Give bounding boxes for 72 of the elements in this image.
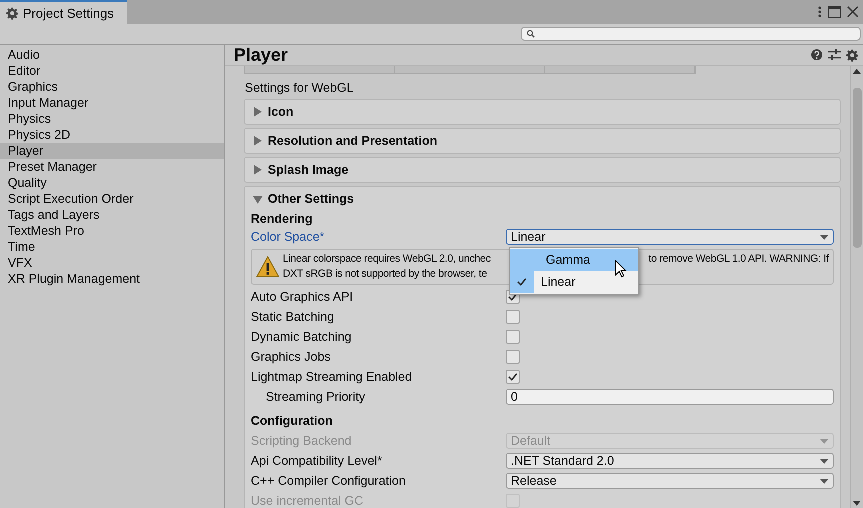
- settings-icon[interactable]: [846, 48, 859, 62]
- number-field[interactable]: 0: [506, 389, 834, 405]
- sidebar-item[interactable]: TextMesh Pro: [0, 223, 224, 239]
- checkbox[interactable]: [506, 310, 520, 324]
- caret-icon: [820, 458, 829, 464]
- scrollbar-thumb[interactable]: [852, 88, 862, 248]
- sidebar-item[interactable]: Quality: [0, 175, 224, 191]
- scroll-down-icon[interactable]: [853, 501, 861, 506]
- field-label: Auto Graphics API: [251, 290, 354, 304]
- section-heading: Configuration: [251, 413, 334, 430]
- field-label: Color Space*: [251, 230, 326, 244]
- warning-text: to remove WebGL 1.0 API. WARNING: If: [648, 252, 829, 267]
- cursor-icon: [615, 260, 627, 278]
- expand-icon[interactable]: [253, 136, 263, 146]
- sidebar-item[interactable]: Time: [0, 239, 224, 255]
- expand-icon[interactable]: [253, 165, 263, 175]
- field-label: Graphics Jobs: [251, 350, 332, 364]
- section-heading: Rendering: [251, 211, 314, 227]
- field-label: C++ Compiler Configuration: [251, 474, 407, 488]
- sidebar-item[interactable]: Player: [0, 143, 224, 159]
- warning-icon: [256, 256, 280, 278]
- close-icon[interactable]: [847, 6, 859, 18]
- sidebar-item[interactable]: Editor: [0, 63, 224, 79]
- check-icon: [508, 373, 518, 381]
- sidebar-item[interactable]: Physics: [0, 111, 224, 127]
- gear-icon: [6, 6, 19, 20]
- field-label: Lightmap Streaming Enabled: [251, 370, 414, 384]
- foldout-title[interactable]: Other Settings: [268, 192, 354, 206]
- field-label: Dynamic Batching: [251, 330, 353, 344]
- sidebar-item[interactable]: VFX: [0, 255, 224, 271]
- checkbox[interactable]: [506, 330, 520, 344]
- sidebar-item[interactable]: Graphics: [0, 79, 224, 95]
- scrollbar[interactable]: [850, 66, 863, 508]
- search-icon: [527, 30, 535, 38]
- foldout-title[interactable]: Resolution and Presentation: [268, 134, 438, 148]
- warning-text: Linear colorspace requires WebGL 2.0, unchec: [283, 252, 491, 267]
- sidebar-item[interactable]: Physics 2D: [0, 127, 224, 143]
- field-label: Streaming Priority: [265, 390, 366, 404]
- dropdown[interactable]: .NET Standard 2.0: [506, 453, 834, 469]
- collapse-icon[interactable]: [253, 194, 263, 204]
- sidebar-item[interactable]: Script Execution Order: [0, 191, 224, 207]
- search-field[interactable]: [521, 27, 861, 41]
- expand-icon[interactable]: [253, 107, 263, 117]
- field-label: Api Compatibility Level*: [251, 454, 384, 468]
- field-label: Use incremental GC: [251, 494, 365, 508]
- scroll-up-icon[interactable]: [853, 69, 861, 74]
- dropdown[interactable]: Release: [506, 473, 834, 489]
- dropdown[interactable]: Linear: [506, 229, 834, 245]
- sliders-icon[interactable]: [828, 49, 841, 61]
- foldout-title[interactable]: Splash Image: [268, 163, 349, 177]
- page-title: Player: [234, 44, 290, 66]
- sidebar-item[interactable]: Preset Manager: [0, 159, 224, 175]
- caret-icon: [820, 478, 829, 484]
- menu-item[interactable]: Linear: [510, 271, 638, 293]
- field-label: Scripting Backend: [251, 434, 353, 448]
- sidebar-item[interactable]: Input Manager: [0, 95, 224, 111]
- checkbox[interactable]: [506, 370, 520, 384]
- sidebar-item[interactable]: Tags and Layers: [0, 207, 224, 223]
- sidebar-item[interactable]: XR Plugin Management: [0, 271, 224, 287]
- warning-text: DXT sRGB is not supported by the browser, te: [283, 267, 488, 282]
- foldout-title[interactable]: Icon: [268, 105, 294, 119]
- more-icon[interactable]: [818, 6, 822, 18]
- caret-icon: [820, 438, 829, 444]
- help-icon[interactable]: [811, 49, 823, 61]
- sidebar-item[interactable]: Audio: [0, 47, 224, 63]
- caret-icon: [820, 234, 829, 240]
- window-tab[interactable]: Project Settings: [0, 0, 127, 24]
- checkbox[interactable]: [506, 350, 520, 364]
- maximize-icon[interactable]: [828, 6, 841, 18]
- field-label: Static Batching: [251, 310, 336, 324]
- check-icon: [508, 293, 518, 301]
- platform-label: Settings for WebGL: [245, 80, 355, 96]
